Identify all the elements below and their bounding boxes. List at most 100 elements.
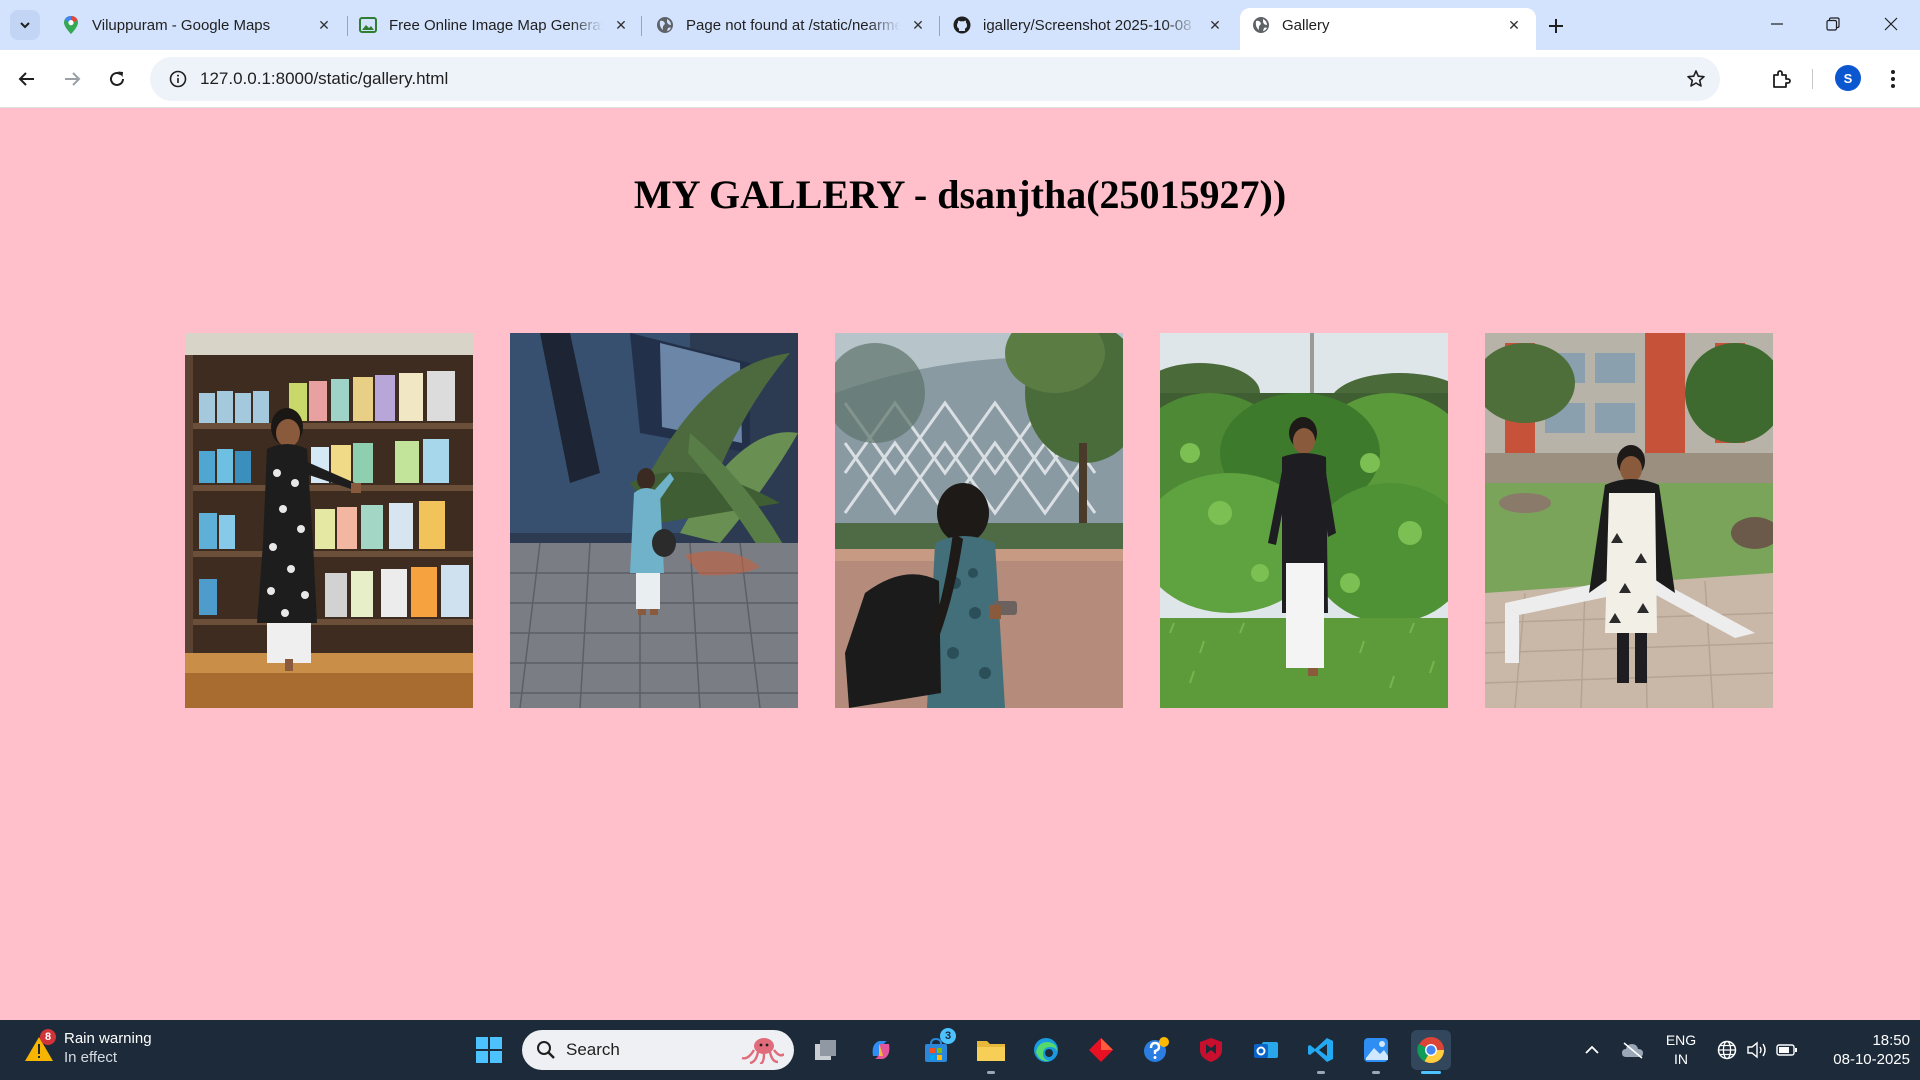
- show-hidden-icons-button[interactable]: [1580, 1020, 1604, 1080]
- chrome-icon: [1417, 1037, 1445, 1064]
- outlook-button[interactable]: [1246, 1030, 1286, 1070]
- system-clock[interactable]: 18:50 08-10-2025: [1810, 1031, 1910, 1069]
- globe-network-icon: [1717, 1040, 1737, 1060]
- tab-separator: [641, 16, 642, 36]
- vscode-button[interactable]: [1301, 1030, 1341, 1074]
- photos-icon: [1364, 1038, 1388, 1062]
- tab-separator: [939, 16, 940, 36]
- site-info-icon[interactable]: [156, 70, 200, 88]
- minimize-icon: [1771, 23, 1783, 25]
- bookmark-star-icon[interactable]: [1682, 65, 1710, 93]
- tab-search-button[interactable]: [10, 10, 40, 40]
- toolbar-separator: [1812, 69, 1813, 89]
- diamond-app-icon: [1089, 1038, 1113, 1062]
- arrow-right-icon: [65, 72, 81, 86]
- running-indicator: [1421, 1071, 1441, 1074]
- reload-button[interactable]: [101, 63, 133, 95]
- minimize-button[interactable]: [1754, 6, 1800, 42]
- page-title: MY GALLERY - dsanjtha(25015927)): [633, 172, 1287, 217]
- browser-toolbar: 127.0.0.1:8000/static/gallery.html S: [0, 50, 1920, 108]
- file-explorer-button[interactable]: [971, 1030, 1011, 1074]
- task-view-button[interactable]: [806, 1030, 846, 1070]
- forward-button[interactable]: [56, 63, 88, 95]
- taskbar-search[interactable]: Search: [522, 1030, 794, 1070]
- windows-taskbar: 8 Rain warning In effect Search 3 ENG IN…: [0, 1020, 1920, 1080]
- arrow-left-icon: [18, 72, 34, 86]
- network-button[interactable]: [1714, 1020, 1740, 1080]
- github-icon: [953, 16, 971, 34]
- search-placeholder: Search: [566, 1040, 620, 1059]
- outlook-icon: [1254, 1042, 1278, 1058]
- photo-courtyard[interactable]: [1485, 333, 1773, 708]
- photos-app-button[interactable]: [1356, 1030, 1396, 1074]
- weather-subtitle: In effect: [64, 1049, 118, 1066]
- url-text[interactable]: 127.0.0.1:8000/static/gallery.html: [200, 69, 448, 89]
- running-indicator: [1317, 1071, 1325, 1074]
- browser-menu-button[interactable]: [1877, 63, 1909, 95]
- tab-title: Viluppuram - Google Maps: [92, 16, 271, 34]
- lang-code: ENG: [1665, 1032, 1697, 1048]
- extensions-button[interactable]: [1766, 63, 1798, 95]
- photo-garden[interactable]: [1160, 333, 1448, 708]
- tab-github-igallery[interactable]: igallery/Screenshot 2025-10-08 ✕: [941, 8, 1237, 42]
- vscode-icon: [1308, 1038, 1333, 1062]
- tab-page-not-found[interactable]: Page not found at /static/nearme ✕: [644, 8, 940, 42]
- clock-date: 08-10-2025: [1833, 1051, 1910, 1068]
- task-view-icon: [815, 1040, 836, 1060]
- restore-button[interactable]: [1810, 6, 1856, 42]
- mcafee-button[interactable]: [1191, 1030, 1231, 1070]
- help-app-button[interactable]: [1136, 1030, 1176, 1070]
- close-window-button[interactable]: [1868, 6, 1914, 42]
- close-icon[interactable]: ✕: [1205, 15, 1225, 35]
- close-icon[interactable]: ✕: [314, 15, 334, 35]
- weather-warning-icon: 8: [22, 1029, 56, 1065]
- store-badge: 3: [940, 1028, 956, 1044]
- chrome-button[interactable]: [1411, 1030, 1451, 1074]
- image-icon: [359, 16, 377, 34]
- copilot-button[interactable]: [861, 1030, 901, 1070]
- help-icon: [1144, 1037, 1169, 1062]
- photo-building[interactable]: [835, 333, 1123, 708]
- running-indicator: [987, 1071, 995, 1074]
- close-icon[interactable]: ✕: [1504, 15, 1524, 35]
- battery-icon: [1776, 1044, 1797, 1056]
- red-diamond-app-button[interactable]: [1081, 1030, 1121, 1070]
- start-button[interactable]: [469, 1030, 509, 1070]
- microsoft-store-button[interactable]: 3: [916, 1028, 956, 1070]
- tab-title: Gallery: [1282, 16, 1330, 34]
- profile-avatar[interactable]: S: [1835, 65, 1861, 91]
- weather-badge: 8: [40, 1029, 56, 1045]
- edge-button[interactable]: [1026, 1030, 1066, 1070]
- close-icon[interactable]: ✕: [611, 15, 631, 35]
- cloud-offline-icon: [1622, 1042, 1643, 1059]
- tab-gallery-active[interactable]: Gallery ✕: [1240, 8, 1536, 50]
- reload-icon: [110, 71, 124, 86]
- tab-google-maps[interactable]: Viluppuram - Google Maps ✕: [50, 8, 346, 42]
- photo-bookshelf[interactable]: [185, 333, 473, 708]
- folder-icon: [977, 1041, 1005, 1061]
- puzzle-icon: [1773, 70, 1791, 88]
- windows-logo-icon: [476, 1037, 502, 1063]
- globe-icon: [656, 16, 674, 34]
- chevron-up-icon: [1585, 1045, 1599, 1054]
- volume-button[interactable]: [1744, 1020, 1770, 1080]
- input-language[interactable]: ENG IN: [1660, 1031, 1702, 1069]
- restore-icon: [1826, 17, 1840, 31]
- close-icon[interactable]: ✕: [908, 15, 928, 35]
- edge-icon: [1034, 1038, 1058, 1062]
- tab-image-map-generator[interactable]: Free Online Image Map Generator ✕: [347, 8, 643, 42]
- maps-pin-icon: [62, 16, 80, 34]
- search-icon: [537, 1041, 555, 1059]
- back-button[interactable]: [11, 63, 43, 95]
- onedrive-button[interactable]: [1618, 1020, 1648, 1080]
- chevron-down-icon: [20, 22, 30, 29]
- globe-icon: [1252, 16, 1270, 34]
- address-bar[interactable]: 127.0.0.1:8000/static/gallery.html: [150, 57, 1720, 101]
- lang-region: IN: [1674, 1051, 1688, 1067]
- copilot-icon: [872, 1041, 890, 1059]
- battery-button[interactable]: [1774, 1020, 1800, 1080]
- octopus-illustration-icon: [741, 1038, 784, 1064]
- photo-palm-tree[interactable]: [510, 333, 798, 708]
- new-tab-button[interactable]: [1542, 12, 1570, 40]
- weather-widget[interactable]: 8 Rain warning In effect: [22, 1029, 152, 1067]
